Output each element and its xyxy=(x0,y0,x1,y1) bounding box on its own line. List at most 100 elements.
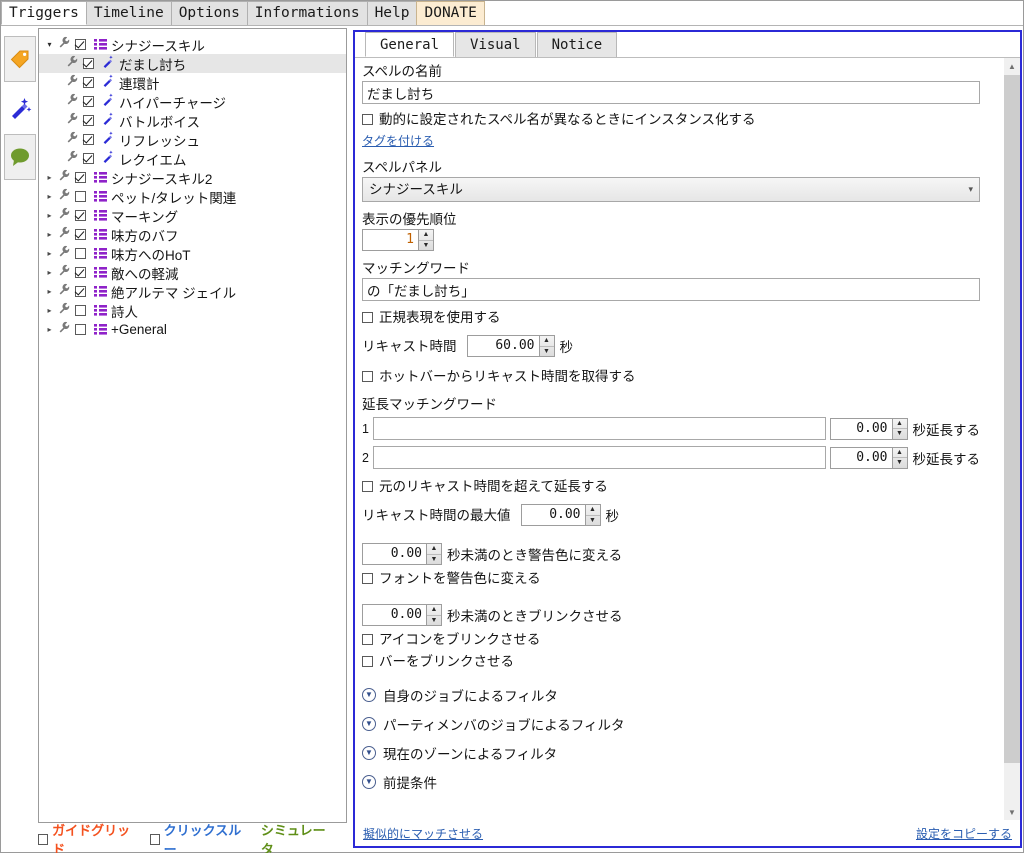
over-original-checkbox[interactable] xyxy=(362,480,373,492)
wrench-icon[interactable] xyxy=(56,282,73,301)
menu-tab-triggers[interactable]: Triggers xyxy=(1,1,87,25)
collapsible-section[interactable]: ▼ パーティメンバのジョブによるフィルタ xyxy=(362,709,980,738)
wrench-icon[interactable] xyxy=(56,206,73,225)
tree-expand-arrow-icon[interactable]: ▸ xyxy=(43,187,56,206)
stepper-down-icon[interactable]: ▼ xyxy=(893,429,907,439)
tree-item-checkbox[interactable] xyxy=(75,210,86,221)
detail-tab-visual[interactable]: Visual xyxy=(455,32,536,57)
tree-item-checkbox[interactable] xyxy=(83,96,94,107)
recast-time-value[interactable]: 60.00 xyxy=(468,336,539,356)
tree-item-checkbox[interactable] xyxy=(75,172,86,183)
tree-item-checkbox[interactable] xyxy=(83,58,94,69)
tree-item[interactable]: リフレッシュ xyxy=(39,130,346,149)
extend-seconds-stepper[interactable]: 0.00 ▲ ▼ xyxy=(829,417,908,440)
collapsible-section[interactable]: ▼ 自身のジョブによるフィルタ xyxy=(362,680,980,709)
tree-item[interactable]: 連環計 xyxy=(39,73,346,92)
click-through-toggle[interactable]: クリックスルー xyxy=(149,820,245,853)
stepper-down-icon[interactable]: ▼ xyxy=(427,555,441,565)
stepper-up-icon[interactable]: ▲ xyxy=(539,336,554,347)
extend-seconds-value[interactable]: 0.00 xyxy=(831,419,892,439)
recast-time-stepper[interactable]: 60.00 ▲ ▼ xyxy=(466,335,555,357)
priority-stepper[interactable]: 1 ▲ ▼ xyxy=(362,229,434,251)
stepper-up-icon[interactable]: ▲ xyxy=(419,230,433,241)
stepper-down-icon[interactable]: ▼ xyxy=(893,458,907,468)
max-recast-stepper-buttons[interactable]: ▲ ▼ xyxy=(584,505,600,526)
pseudo-match-link[interactable]: 擬似的にマッチさせる xyxy=(363,825,483,842)
blink-stepper-buttons[interactable]: ▲ ▼ xyxy=(426,605,441,625)
blink-value[interactable]: 0.00 xyxy=(363,605,426,625)
extend-word-input[interactable] xyxy=(373,446,826,469)
add-tag-link[interactable]: タグを付ける xyxy=(362,134,434,148)
instance-checkbox[interactable] xyxy=(362,113,373,125)
tree-item[interactable]: レクイエム xyxy=(39,149,346,168)
menu-tab-timeline[interactable]: Timeline xyxy=(85,1,172,25)
chat-icon-button[interactable] xyxy=(4,134,36,180)
tree-item[interactable]: ▸ 味方へのHoT xyxy=(39,244,346,263)
extend-word-input[interactable] xyxy=(373,417,826,440)
scroll-down-icon[interactable]: ▼ xyxy=(1004,804,1020,821)
tree-expand-arrow-icon[interactable]: ▸ xyxy=(43,168,56,187)
trigger-tree-panel[interactable]: ▾ シナジースキル だまし討ち 連環計 ハイパーチャージ バトルボイス リフレッシュ レクイエ… xyxy=(38,28,347,823)
tree-expand-arrow-icon[interactable]: ▸ xyxy=(43,282,56,301)
menu-tab-help[interactable]: Help xyxy=(366,1,418,25)
stepper-down-icon[interactable]: ▼ xyxy=(419,241,433,251)
tree-item[interactable]: ▸ 敵への軽減 xyxy=(39,263,346,282)
extend-stepper-buttons[interactable]: ▲ ▼ xyxy=(891,418,907,439)
collapsible-section[interactable]: ▼ 現在のゾーンによるフィルタ xyxy=(362,738,980,767)
tree-item-checkbox[interactable] xyxy=(75,286,86,297)
tree-item-checkbox[interactable] xyxy=(75,267,86,278)
max-recast-stepper[interactable]: 0.00 ▲ ▼ xyxy=(520,504,601,526)
blink-icon-checkbox-row[interactable]: アイコンをブリンクさせる xyxy=(362,628,980,650)
wrench-icon[interactable] xyxy=(64,130,81,149)
tree-item[interactable]: ▸ ペット/タレット関連 xyxy=(39,187,346,206)
extend-stepper-buttons[interactable]: ▲ ▼ xyxy=(891,447,907,468)
blink-bar-checkbox[interactable] xyxy=(362,655,373,667)
detail-scrollbar[interactable]: ▲ ▼ xyxy=(1004,58,1020,821)
wrench-icon[interactable] xyxy=(64,54,81,73)
wrench-icon[interactable] xyxy=(56,187,73,206)
tag-icon-button[interactable] xyxy=(4,36,36,82)
priority-value[interactable]: 1 xyxy=(363,230,418,250)
tree-item-checkbox[interactable] xyxy=(83,115,94,126)
click-through-checkbox[interactable] xyxy=(149,833,160,845)
regex-checkbox[interactable] xyxy=(362,311,373,323)
wrench-icon[interactable] xyxy=(56,320,73,339)
tree-item-checkbox[interactable] xyxy=(75,39,86,50)
scrollbar-thumb[interactable] xyxy=(1004,75,1020,763)
wrench-icon[interactable] xyxy=(64,92,81,111)
chevron-down-icon[interactable]: ▼ xyxy=(362,716,376,731)
wrench-icon[interactable] xyxy=(56,168,73,187)
tree-item[interactable]: ▸ マーキング xyxy=(39,206,346,225)
tree-expand-arrow-icon[interactable]: ▸ xyxy=(43,206,56,225)
menu-tab-donate[interactable]: DONATE xyxy=(416,1,485,25)
tree-item-checkbox[interactable] xyxy=(83,134,94,145)
stepper-up-icon[interactable]: ▲ xyxy=(892,419,907,429)
matching-word-input[interactable] xyxy=(362,278,980,301)
chevron-down-icon[interactable]: ▼ xyxy=(362,774,376,789)
wrench-icon[interactable] xyxy=(64,149,81,168)
stepper-up-icon[interactable]: ▲ xyxy=(427,544,441,555)
wrench-icon[interactable] xyxy=(56,35,73,54)
copy-settings-link[interactable]: 設定をコピーする xyxy=(916,825,1012,842)
tree-item[interactable]: だまし討ち xyxy=(39,54,346,73)
stepper-down-icon[interactable]: ▼ xyxy=(586,516,600,526)
warn-color-value[interactable]: 0.00 xyxy=(363,544,426,564)
spell-panel-select[interactable]: シナジースキル ▾ xyxy=(362,177,980,202)
blink-icon-checkbox[interactable] xyxy=(362,633,373,645)
tree-item-checkbox[interactable] xyxy=(75,229,86,240)
tree-item-checkbox[interactable] xyxy=(75,305,86,316)
tree-item[interactable]: ▸ 味方のバフ xyxy=(39,225,346,244)
wrench-icon[interactable] xyxy=(56,244,73,263)
collapsible-section[interactable]: ▼ 前提条件 xyxy=(362,767,980,796)
warn-color-stepper-buttons[interactable]: ▲ ▼ xyxy=(426,544,441,564)
warn-font-checkbox[interactable] xyxy=(362,572,373,584)
tree-expand-arrow-icon[interactable]: ▸ xyxy=(43,263,56,282)
tree-expand-arrow-icon[interactable]: ▸ xyxy=(43,320,56,339)
blink-bar-checkbox-row[interactable]: バーをブリンクさせる xyxy=(362,650,980,672)
chevron-down-icon[interactable]: ▼ xyxy=(362,687,376,702)
max-recast-value[interactable]: 0.00 xyxy=(522,505,585,525)
blink-stepper[interactable]: 0.00 ▲ ▼ xyxy=(362,604,442,626)
tree-item-checkbox[interactable] xyxy=(75,324,86,335)
guide-grid-checkbox[interactable] xyxy=(38,833,49,845)
tree-item[interactable]: ハイパーチャージ xyxy=(39,92,346,111)
